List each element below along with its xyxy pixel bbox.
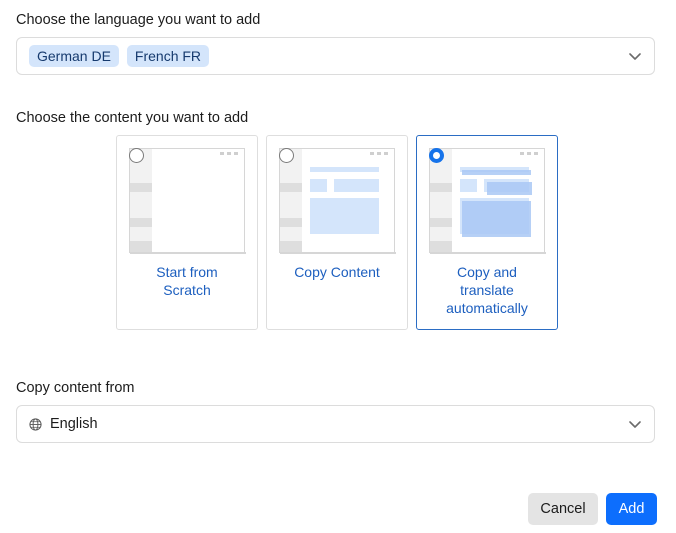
blank-page-illustration [129,148,246,254]
chevron-down-icon[interactable] [628,417,642,431]
option-copy-and-translate[interactable]: Copy and translate automatically [416,135,558,330]
copy-from-select[interactable]: English [16,405,655,443]
language-chip-german[interactable]: German DE [29,45,119,67]
content-section-label: Choose the content you want to add [16,110,249,126]
radio-copy-and-translate[interactable] [429,148,444,163]
copy-from-label: Copy content from [16,380,135,396]
radio-copy-content[interactable] [279,148,294,163]
option-start-from-scratch[interactable]: Start from Scratch [116,135,258,330]
cancel-button[interactable]: Cancel [528,493,598,525]
chevron-down-icon[interactable] [628,49,642,63]
translate-page-illustration [429,148,546,254]
radio-start-from-scratch[interactable] [129,148,144,163]
language-chip-french[interactable]: French FR [126,45,210,67]
copy-page-illustration [279,148,396,254]
option-copy-content-label: Copy Content [294,264,380,280]
option-copy-and-translate-label: Copy and translate automatically [446,264,528,316]
content-option-group: Start from Scratch Copy Content Copy and… [116,135,558,330]
option-copy-content[interactable]: Copy Content [266,135,408,330]
copy-from-value: English [50,416,98,432]
option-start-from-scratch-label: Start from Scratch [156,264,218,298]
language-multiselect[interactable]: German DE French FR [16,37,655,75]
globe-icon [29,417,42,431]
language-section-label: Choose the language you want to add [16,12,261,28]
add-button[interactable]: Add [606,493,657,525]
language-chip-list: German DE French FR [17,45,210,67]
